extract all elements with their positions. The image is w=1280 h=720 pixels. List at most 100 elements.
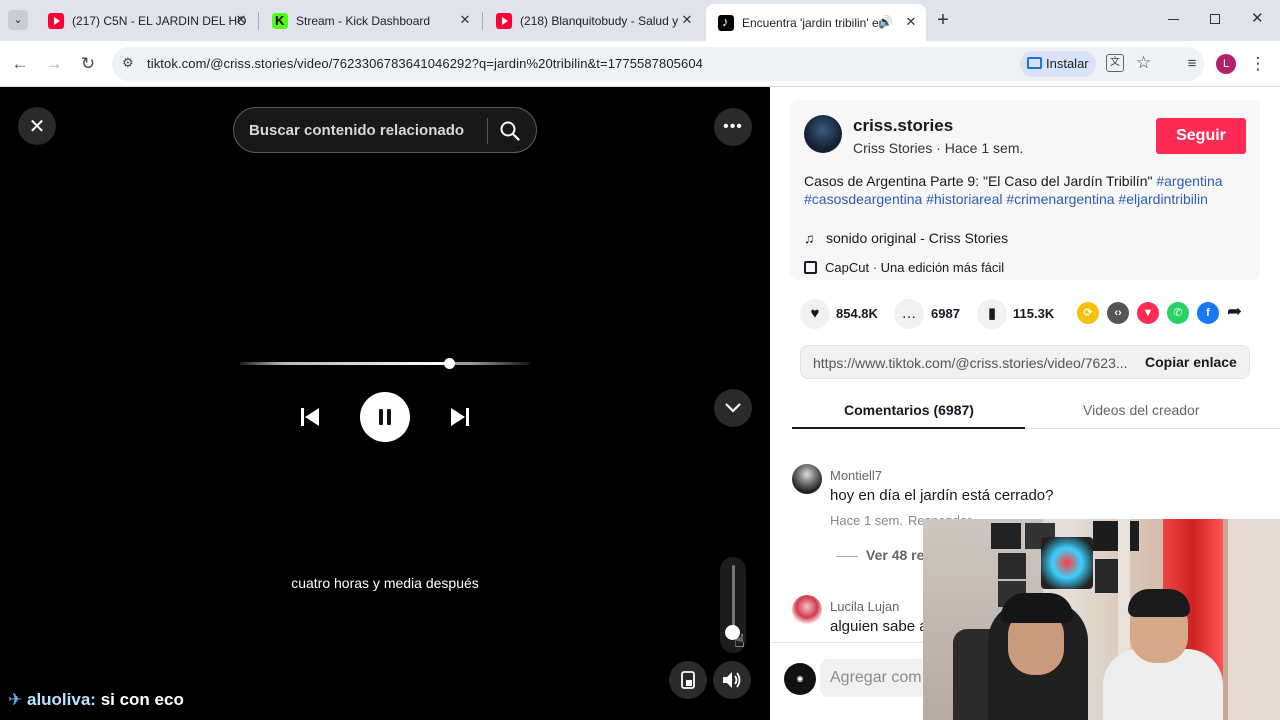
share-link-text[interactable]: https://www.tiktok.com/@criss.stories/vi… [813, 355, 1131, 371]
wall-poster [998, 553, 1026, 579]
kick-icon [272, 12, 288, 29]
creator-subline: Criss Stories · Hace 1 sem. [853, 140, 1024, 156]
send-to-friends-icon[interactable]: ▼ [1137, 302, 1159, 324]
comment-count: 6987 [931, 306, 960, 321]
pause-button[interactable] [360, 392, 410, 442]
pin-icon: ✈ [8, 690, 23, 709]
speaker-icon [723, 672, 741, 688]
hashtag-link[interactable]: #historiareal [926, 191, 1002, 207]
facebook-icon[interactable]: f [1197, 302, 1219, 324]
active-tab-indicator [792, 427, 1025, 429]
new-tab-button[interactable]: + [934, 9, 952, 31]
comment-time: Hace 1 sem. [830, 513, 903, 528]
profile-avatar[interactable]: L [1216, 54, 1236, 74]
bookmark-icon[interactable]: ▮ [977, 299, 1007, 329]
browser-tab-c5n[interactable]: (217) C5N - EL JARDIN DEL HO ✕ [36, 6, 256, 35]
copy-link-button[interactable]: Copiar enlace [1145, 354, 1237, 370]
follow-button[interactable]: Seguir [1156, 118, 1246, 154]
more-options-button[interactable]: ••• [714, 108, 752, 146]
install-icon [1027, 57, 1042, 69]
comment-icon[interactable]: … [894, 299, 924, 329]
capcut-link[interactable]: CapCut · Una edición más fácil [804, 260, 1004, 275]
description-text: Casos de Argentina Parte 9: "El Caso del… [804, 173, 1153, 189]
capcut-label: CapCut · Una edición más fácil [825, 260, 1005, 275]
close-tab-icon[interactable]: ✕ [680, 13, 694, 27]
tab-comments[interactable]: Comentarios (6987) [844, 402, 974, 418]
related-search-box[interactable]: Buscar contenido relacionado [233, 107, 537, 153]
close-video-button[interactable]: ✕ [18, 107, 56, 145]
speaker-icon[interactable]: 🔊 [878, 15, 893, 29]
comment-username[interactable]: Montiell7 [830, 468, 882, 483]
close-window-icon[interactable]: ✕ [1251, 9, 1264, 27]
install-app-button[interactable]: Instalar [1020, 51, 1096, 77]
hashtag-link[interactable]: #casosdeargentina [804, 191, 922, 207]
capcut-icon [804, 261, 817, 274]
browser-tab-kick[interactable]: Stream - Kick Dashboard ✕ [260, 6, 480, 35]
like-heart-icon[interactable]: ♥ [800, 299, 830, 329]
close-tab-icon[interactable]: ✕ [234, 13, 248, 27]
floating-player-button[interactable] [669, 661, 707, 699]
close-tab-icon[interactable]: ✕ [458, 13, 472, 27]
commenter-avatar[interactable] [792, 595, 822, 625]
creator-avatar[interactable] [804, 115, 842, 153]
post-info-card: criss.stories Criss Stories · Hace 1 sem… [790, 100, 1260, 280]
back-arrow-icon[interactable]: ← [8, 52, 32, 76]
browser-tab-blanquitobudy[interactable]: (218) Blanquitobudy - Salud y F ✕ [484, 6, 702, 35]
view-replies-button[interactable]: Ver 48 re [836, 547, 924, 563]
previous-icon[interactable] [300, 407, 320, 427]
tab-title: (218) Blanquitobudy - Salud y F [520, 13, 678, 28]
video-caption: cuatro horas y media después [291, 575, 479, 591]
video-progress-bar[interactable] [240, 358, 530, 369]
share-arrow-icon[interactable]: ➦ [1227, 301, 1242, 322]
sound-label: sonido original - Criss Stories [826, 230, 1009, 246]
post-description: Casos de Argentina Parte 9: "El Caso del… [804, 172, 1244, 208]
stream-chat-message: ✈ aluoliva: si con eco [8, 690, 184, 710]
hashtag-link[interactable]: #eljardintribilin [1118, 191, 1208, 207]
wall-poster [1093, 521, 1139, 551]
chat-text: si con eco [100, 690, 184, 709]
share-link-box: https://www.tiktok.com/@criss.stories/vi… [800, 345, 1250, 379]
next-video-chevron-down-icon[interactable] [714, 389, 752, 427]
minimize-icon[interactable] [1168, 19, 1179, 20]
embed-icon[interactable]: ‹› [1107, 302, 1129, 324]
related-search-placeholder[interactable]: Buscar contenido relacionado [249, 122, 464, 139]
address-bar[interactable]: ⚙ tiktok.com/@criss.stories/video/762330… [112, 47, 1204, 81]
tab-search-chevron-icon[interactable]: ⌄ [8, 10, 28, 30]
commenter-avatar[interactable] [792, 464, 822, 494]
video-player[interactable]: ✕ Buscar contenido relacionado ••• cuatr… [0, 87, 770, 720]
chat-username: aluoliva: [26, 690, 96, 709]
streamer-webcam-overlay [923, 519, 1280, 720]
browser-tab-tiktok[interactable]: Encuentra 'jardin tribilin' en 🔊 ✕ [706, 4, 926, 41]
tab-title: Encuentra 'jardin tribilin' en [742, 15, 882, 30]
creator-username[interactable]: criss.stories [853, 116, 953, 136]
browser-toolbar: ← → ↻ ⚙ tiktok.com/@criss.stories/video/… [0, 41, 1280, 87]
tiktok-icon [718, 14, 734, 31]
close-tab-icon[interactable]: ✕ [904, 15, 918, 29]
site-settings-icon[interactable]: ⚙ [122, 55, 134, 71]
tab-creator-videos[interactable]: Videos del creador [1083, 402, 1199, 418]
comment-text: hoy en día el jardín está cerrado? [830, 487, 1054, 504]
like-count: 854.8K [836, 306, 878, 321]
whatsapp-icon[interactable]: ✆ [1167, 302, 1189, 324]
search-icon[interactable] [500, 121, 520, 141]
wall-poster [1041, 537, 1093, 589]
browser-tab-bar: ⌄ (217) C5N - EL JARDIN DEL HO ✕ Stream … [0, 0, 1280, 41]
current-user-avatar: ◉ [784, 663, 816, 695]
panel-tabs: Comentarios (6987) Videos del creador [792, 392, 1280, 429]
reload-icon[interactable]: ↻ [76, 52, 100, 76]
translate-icon[interactable]: 文 [1106, 54, 1124, 72]
media-controls-icon[interactable]: ≡ [1180, 52, 1204, 76]
forward-arrow-icon[interactable]: → [42, 52, 66, 76]
restore-icon[interactable] [1210, 14, 1220, 24]
video-progress-handle[interactable] [443, 358, 455, 369]
sound-link[interactable]: ♫ sonido original - Criss Stories [804, 230, 1008, 246]
url-text[interactable]: tiktok.com/@criss.stories/video/76233067… [147, 56, 703, 71]
hashtag-link[interactable]: #crimenargentina [1006, 191, 1114, 207]
hashtag-link[interactable]: #argentina [1156, 173, 1222, 189]
next-icon[interactable] [450, 407, 470, 427]
browser-menu-icon[interactable]: ⋮ [1246, 52, 1270, 76]
comment-username[interactable]: Lucila Lujan [830, 599, 899, 614]
repost-icon[interactable]: ⟳ [1077, 302, 1099, 324]
bookmark-star-icon[interactable]: ☆ [1136, 53, 1151, 73]
volume-button[interactable] [713, 661, 751, 699]
